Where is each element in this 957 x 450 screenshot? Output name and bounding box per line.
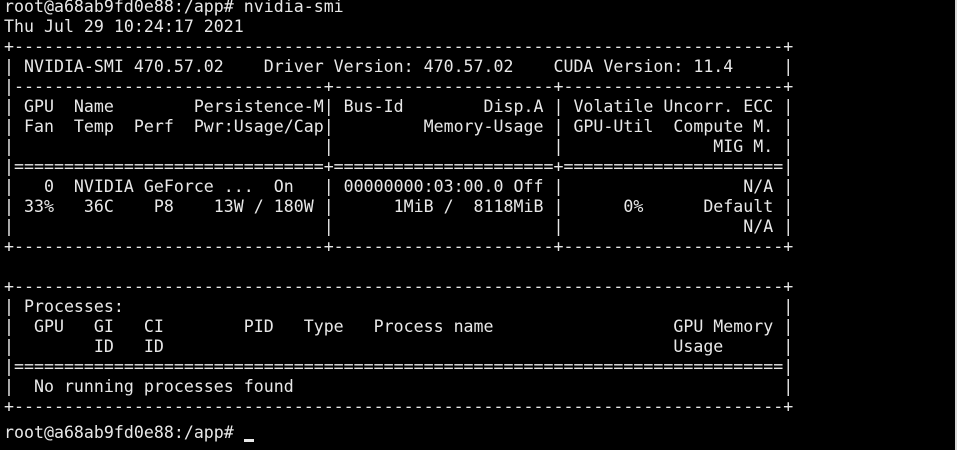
processes-border-top: +---------------------------------------… [4, 277, 794, 296]
gpu-row-2: | 33% 36C P8 13W / 180W | 1MiB / 8118MiB… [4, 197, 794, 216]
table-border-bottom: +-------------------------------+-------… [4, 237, 794, 256]
table-border-top: +---------------------------------------… [4, 37, 794, 56]
processes-border-bottom: +---------------------------------------… [4, 397, 794, 416]
table-separator: |-------------------------------+-------… [4, 77, 794, 96]
text-cursor [244, 439, 254, 442]
gpu-row-3: | | | N/A | [4, 217, 794, 236]
no-processes-row: | No running processes found | [4, 377, 794, 396]
terminal-window[interactable]: root@a68ab9fd0e88:/app# nvidia-smi Thu J… [0, 0, 957, 450]
shell-prompt[interactable]: root@a68ab9fd0e88:/app# [4, 423, 244, 443]
header-row-1: | GPU Name Persistence-M| Bus-Id Disp.A … [4, 97, 794, 116]
header-row-2: | Fan Temp Perf Pwr:Usage/Cap| Memory-Us… [4, 117, 794, 136]
processes-header-1: | GPU GI CI PID Type Process name GPU Me… [4, 317, 794, 336]
processes-separator: |=======================================… [4, 357, 794, 376]
date-line: Thu Jul 29 10:24:17 2021 [4, 17, 244, 36]
header-separator: |===============================+=======… [4, 157, 794, 176]
version-line: | NVIDIA-SMI 470.57.02 Driver Version: 4… [4, 57, 794, 76]
processes-header-2: | ID ID Usage | [4, 337, 794, 356]
prompt-command-line: root@a68ab9fd0e88:/app# nvidia-smi [4, 0, 344, 16]
gpu-row-1: | 0 NVIDIA GeForce ... On | 00000000:03:… [4, 177, 794, 196]
header-row-3: | | | MIG M. | [4, 137, 794, 156]
processes-title: | Processes: | [4, 297, 794, 316]
